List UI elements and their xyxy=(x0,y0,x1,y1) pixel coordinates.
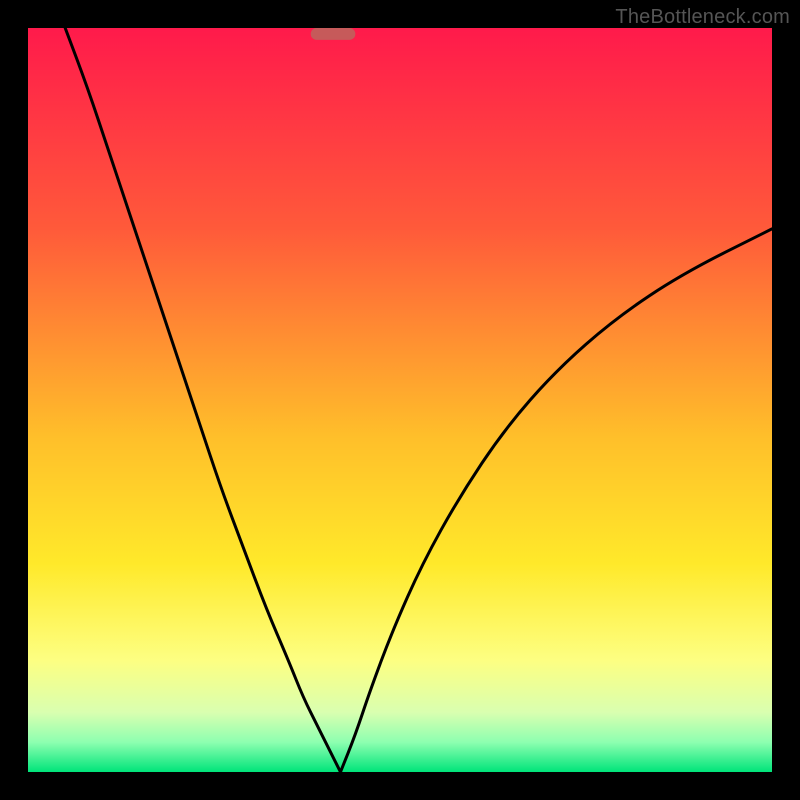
plot-area xyxy=(28,28,772,772)
gradient-background xyxy=(28,28,772,772)
optimum-marker xyxy=(311,28,356,40)
chart-frame: TheBottleneck.com xyxy=(0,0,800,800)
chart-svg xyxy=(28,28,772,772)
watermark-label: TheBottleneck.com xyxy=(615,6,790,29)
